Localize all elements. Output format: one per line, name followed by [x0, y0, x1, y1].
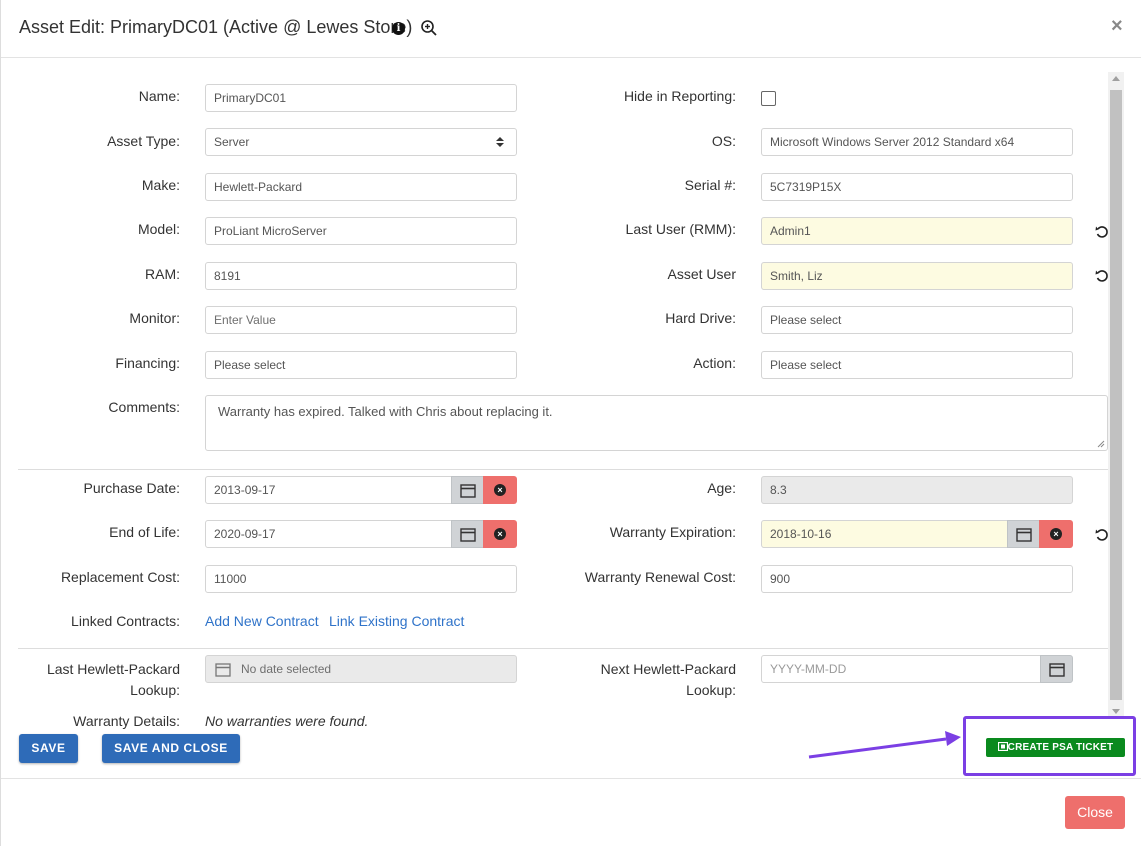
last-lookup-placeholder: No date selected: [241, 662, 332, 676]
annotation-arrow: [808, 731, 961, 759]
financing-select[interactable]: Please select: [205, 351, 517, 379]
warranty-renewal-cost-label: Warranty Renewal Cost:: [584, 569, 736, 585]
model-input[interactable]: ProLiant MicroServer: [205, 217, 517, 245]
make-input[interactable]: Hewlett-Packard: [205, 173, 517, 201]
clear-icon: ×: [494, 528, 506, 540]
refresh-icon[interactable]: [1095, 269, 1109, 283]
purchase-date-input[interactable]: 2013-09-17: [205, 476, 452, 504]
hide-in-reporting-checkbox[interactable]: [761, 91, 776, 106]
calendar-icon: [460, 528, 476, 542]
clear-icon: ×: [494, 484, 506, 496]
action-select[interactable]: Please select: [761, 351, 1073, 379]
link-existing-contract-link[interactable]: Link Existing Contract: [329, 613, 464, 629]
warranty-expiration-clear-button[interactable]: ×: [1039, 520, 1073, 548]
next-lookup-calendar-button[interactable]: [1040, 655, 1073, 683]
section-divider: [18, 648, 1108, 649]
os-input[interactable]: Microsoft Windows Server 2012 Standard x…: [761, 128, 1073, 156]
save-button[interactable]: SAVE: [19, 734, 78, 763]
warranty-renewal-cost-input[interactable]: 900: [761, 565, 1073, 593]
end-of-life-calendar-button[interactable]: [451, 520, 484, 548]
warranty-expiration-input[interactable]: 2018-10-16: [761, 520, 1008, 548]
age-value: 8.3: [761, 476, 1073, 504]
name-input[interactable]: PrimaryDC01: [205, 84, 517, 112]
asset-user-label: Asset User: [667, 266, 736, 282]
refresh-icon[interactable]: [1095, 225, 1109, 239]
last-lookup-label: Last Hewlett-Packard Lookup:: [47, 659, 180, 701]
last-lookup-date-field: No date selected: [205, 655, 517, 683]
clear-icon: ×: [1050, 528, 1062, 540]
dialog-header: Asset Edit: PrimaryDC01 (Active @ Lewes …: [1, 0, 1141, 58]
serial-input[interactable]: 5C7319P15X: [761, 173, 1073, 201]
ram-label: RAM:: [145, 266, 180, 282]
ram-input[interactable]: 8191: [205, 262, 517, 290]
dialog-title: Asset Edit: PrimaryDC01 (Active @ Lewes …: [19, 17, 413, 37]
name-label: Name:: [138, 88, 180, 104]
close-button[interactable]: Close: [1065, 796, 1125, 829]
asset-type-label: Asset Type:: [107, 133, 180, 149]
calendar-icon: [1049, 663, 1065, 677]
comments-text: Warranty has expired. Talked with Chris …: [218, 404, 553, 419]
scrollbar[interactable]: [1108, 72, 1124, 718]
last-user-input[interactable]: Admin1: [761, 217, 1073, 245]
serial-label: Serial #:: [684, 177, 736, 193]
monitor-input[interactable]: Enter Value: [205, 306, 517, 334]
replacement-cost-input[interactable]: 11000: [205, 565, 517, 593]
create-psa-ticket-button[interactable]: CREATE PSA TICKET: [986, 738, 1125, 757]
end-of-life-input[interactable]: 2020-09-17: [205, 520, 452, 548]
make-label: Make:: [141, 177, 180, 193]
comments-textarea[interactable]: Warranty has expired. Talked with Chris …: [205, 395, 1108, 451]
hard-drive-select[interactable]: Please select: [761, 306, 1073, 334]
calendar-icon: [1016, 528, 1032, 542]
monitor-label: Monitor:: [129, 310, 180, 326]
asset-edit-dialog: Asset Edit: PrimaryDC01 (Active @ Lewes …: [0, 0, 1141, 846]
purchase-date-calendar-button[interactable]: [451, 476, 484, 504]
asset-type-value: Server: [214, 135, 250, 149]
close-icon[interactable]: ×: [1111, 15, 1123, 38]
save-and-close-button[interactable]: SAVE AND CLOSE: [102, 734, 240, 763]
scroll-down-icon[interactable]: [1112, 709, 1120, 714]
financing-label: Financing:: [115, 355, 180, 371]
purchase-date-clear-button[interactable]: ×: [483, 476, 517, 504]
warranty-details-label: Warranty Details:: [73, 713, 180, 729]
replacement-cost-label: Replacement Cost:: [60, 569, 180, 585]
os-label: OS:: [711, 133, 736, 149]
model-label: Model:: [137, 221, 180, 237]
calendar-icon: [215, 663, 231, 677]
next-lookup-label: Next Hewlett-Packard Lookup:: [601, 659, 736, 701]
next-lookup-date-input[interactable]: YYYY-MM-DD: [761, 655, 1041, 683]
create-psa-ticket-label: CREATE PSA TICKET: [1007, 742, 1114, 753]
last-user-label: Last User (RMM):: [625, 221, 736, 237]
footer-divider: [1, 778, 1141, 779]
asset-type-select[interactable]: Server: [205, 128, 517, 156]
purchase-date-label: Purchase Date:: [83, 480, 181, 496]
linked-contracts-label: Linked Contracts:: [71, 613, 180, 629]
hard-drive-label: Hard Drive:: [665, 310, 736, 326]
hide-in-reporting-label: Hide in Reporting:: [623, 88, 736, 104]
refresh-icon[interactable]: [1095, 528, 1109, 542]
next-lookup-label-line1: Next Hewlett-Packard: [600, 661, 736, 677]
age-label: Age:: [707, 480, 736, 496]
scroll-up-icon[interactable]: [1112, 76, 1120, 81]
resize-grip-icon[interactable]: [1097, 440, 1105, 448]
ticket-icon: [997, 741, 1008, 752]
info-icon[interactable]: i: [392, 22, 405, 35]
add-new-contract-link[interactable]: Add New Contract: [205, 613, 319, 629]
warranty-expiration-calendar-button[interactable]: [1007, 520, 1040, 548]
end-of-life-label: End of Life:: [109, 524, 180, 540]
comments-label: Comments:: [108, 399, 180, 415]
asset-user-input[interactable]: Smith, Liz: [761, 262, 1073, 290]
select-arrows-icon: [496, 137, 504, 149]
next-lookup-label-line2: Lookup:: [686, 682, 736, 698]
action-label: Action:: [693, 355, 736, 371]
calendar-icon: [460, 484, 476, 498]
last-lookup-label-line1: Last Hewlett-Packard: [46, 661, 180, 677]
end-of-life-clear-button[interactable]: ×: [483, 520, 517, 548]
section-divider: [18, 469, 1108, 470]
scrollbar-thumb[interactable]: [1110, 90, 1122, 700]
warranty-expiration-label: Warranty Expiration:: [609, 524, 736, 540]
warranty-details-value: No warranties were found.: [205, 713, 369, 729]
zoom-in-icon[interactable]: [420, 19, 438, 37]
last-lookup-label-line2: Lookup:: [130, 682, 180, 698]
